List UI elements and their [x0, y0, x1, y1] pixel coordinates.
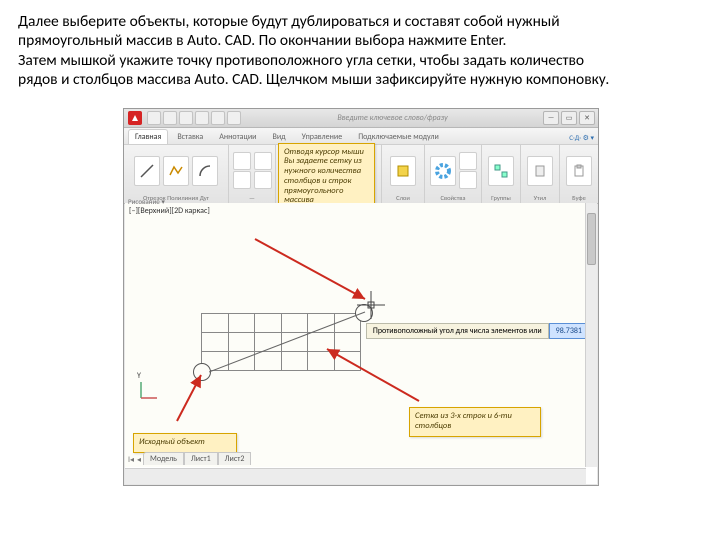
layout-tabs: Модель Лист1 Лист2 — [143, 452, 251, 465]
array-grid — [201, 313, 361, 371]
properties-icon[interactable] — [430, 156, 456, 186]
source-circle — [193, 363, 211, 381]
tab-annotate[interactable]: Аннотации — [212, 129, 263, 144]
title-bar: Введите ключевое слово/фразу — ▭ ✕ — [124, 109, 598, 128]
qat-button[interactable] — [211, 111, 225, 125]
modify-tool-icon[interactable] — [233, 171, 251, 189]
minimize-icon[interactable]: — — [543, 111, 559, 125]
polyline-tool-icon[interactable] — [163, 156, 189, 186]
groups-icon[interactable] — [488, 156, 514, 186]
layout-tab-model[interactable]: Модель — [143, 452, 184, 465]
tab-right[interactable]: С·Д· ⚙ ▾ — [565, 131, 598, 144]
maximize-icon[interactable]: ▭ — [561, 111, 577, 125]
horizontal-scrollbar[interactable] — [125, 468, 586, 484]
callout-grid: Сетка из 3-х строк и 6-ти столбцов — [409, 407, 541, 437]
clipboard-icon[interactable] — [566, 156, 592, 186]
autocad-window: Введите ключевое слово/фразу — ▭ ✕ Главн… — [123, 108, 599, 486]
modify-tool-icon[interactable] — [254, 171, 272, 189]
qat-button[interactable] — [179, 111, 193, 125]
line-tool-icon[interactable] — [134, 156, 160, 186]
dynamic-input-label: Противоположный угол для числа элементов… — [366, 323, 549, 339]
viewport-label: [–][Верхний][2D каркас] — [129, 206, 210, 216]
tab-home[interactable]: Главная — [128, 129, 168, 144]
utilities-icon[interactable] — [527, 156, 553, 186]
crosshair-cursor-icon — [357, 291, 385, 319]
modify-tool-icon[interactable] — [233, 152, 251, 170]
tab-insert[interactable]: Вставка — [170, 129, 210, 144]
prop-item-icon[interactable] — [459, 171, 477, 189]
dynamic-input: Противоположный угол для числа элементов… — [366, 323, 589, 339]
layout-tab-2[interactable]: Лист2 — [218, 452, 252, 465]
dynamic-input-value[interactable]: 98.7381 — [549, 323, 589, 339]
tab-manage[interactable]: Управление — [295, 129, 350, 144]
tab-output[interactable]: Подключаемые модули — [351, 129, 446, 144]
close-icon[interactable]: ✕ — [579, 111, 595, 125]
ribbon: Отрезок Полилиния Дуг — Отводя курсор мы… — [124, 145, 598, 204]
prop-item-icon[interactable] — [459, 152, 477, 170]
ucs-icon: Y — [137, 380, 159, 405]
instruction-text: Далее выберите объекты, которые будут ду… — [18, 12, 702, 90]
qat-button[interactable] — [227, 111, 241, 125]
callout-source: Исходный объект — [133, 433, 237, 453]
callout-cursor: Отводя курсор мыши Вы задаете сетку из н… — [278, 143, 375, 212]
tab-view[interactable]: Вид — [266, 129, 293, 144]
layers-icon[interactable] — [390, 156, 416, 186]
arc-tool-icon[interactable] — [192, 156, 218, 186]
window-title: Введите ключевое слово/фразу — [242, 113, 543, 123]
layout-tab-1[interactable]: Лист1 — [184, 452, 218, 465]
qat-button[interactable] — [147, 111, 161, 125]
drawing-canvas[interactable]: [–][Верхний][2D каркас] — [125, 203, 597, 467]
qat-button[interactable] — [195, 111, 209, 125]
vertical-scrollbar[interactable] — [585, 203, 597, 467]
qat-button[interactable] — [163, 111, 177, 125]
app-logo-icon — [128, 111, 142, 125]
ribbon-panel-label: Рисование ▾ — [128, 197, 165, 206]
modify-tool-icon[interactable] — [254, 152, 272, 170]
